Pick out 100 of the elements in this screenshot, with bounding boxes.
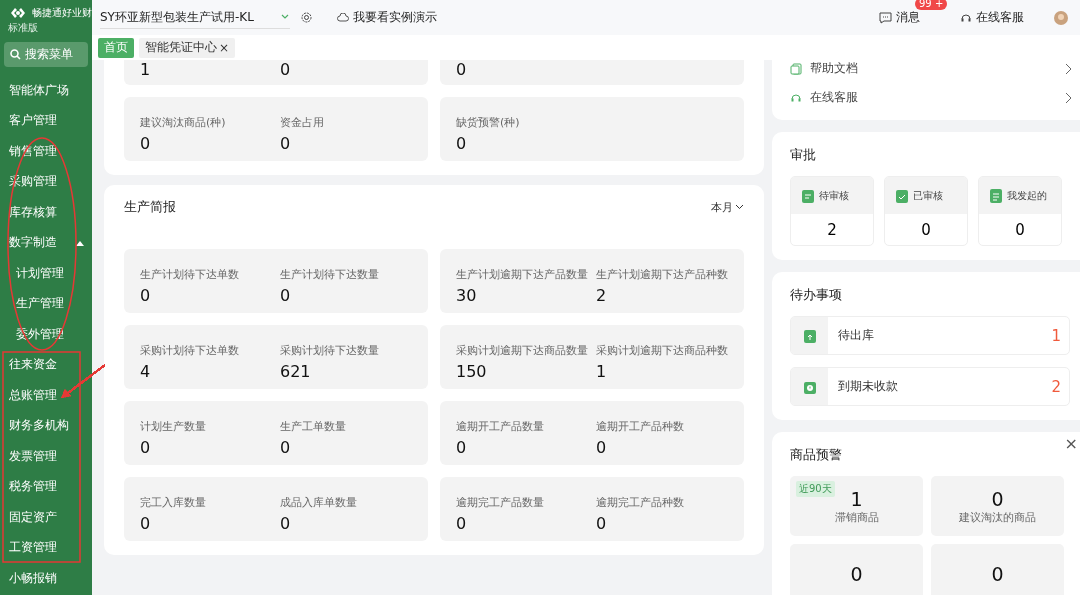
demo-link[interactable]: 我要看实例演示 xyxy=(337,9,437,26)
stat-value: 1 xyxy=(850,487,863,510)
sidebar-item[interactable]: 发票管理 xyxy=(0,441,92,472)
stat-value: 0 xyxy=(280,514,292,533)
stat-value: 4 xyxy=(140,362,152,381)
period-select[interactable]: 本月 xyxy=(711,199,744,215)
clipboard-check-icon xyxy=(895,187,909,204)
todo-item[interactable]: 待出库 1 xyxy=(790,316,1070,355)
todo-item[interactable]: 到期未收款 2 xyxy=(790,367,1070,406)
settings-icon[interactable] xyxy=(300,11,313,24)
approval-card[interactable]: 待审核 2 xyxy=(790,176,874,246)
stat-value: 0 xyxy=(456,60,468,79)
close-icon[interactable]: × xyxy=(219,40,230,55)
document-icon xyxy=(989,187,1003,204)
stat-label: 采购计划逾期下达商品种数 xyxy=(596,343,728,358)
sidebar-item[interactable]: 工资管理 xyxy=(0,532,92,563)
sidebar-item[interactable]: 智能体广场 xyxy=(0,75,92,106)
approval-count: 0 xyxy=(920,219,932,241)
tab[interactable]: 智能凭证中心 × xyxy=(139,37,236,58)
stat-value: 0 xyxy=(140,438,152,457)
stat-label: 生产工单数量 xyxy=(280,419,347,434)
card-title: 商品预警 xyxy=(790,446,843,464)
todo-count: 2 xyxy=(1051,377,1062,396)
stat-value: 0 xyxy=(280,134,292,153)
stat-label: 采购计划待下达数量 xyxy=(280,343,380,358)
service-link[interactable]: 在线客服 xyxy=(960,9,1024,26)
stat-label: 建议淘汰的商品 xyxy=(959,509,1036,525)
close-icon[interactable]: × xyxy=(1064,434,1078,453)
stat-label: 资金占用 xyxy=(280,115,325,130)
help-link[interactable]: 帮助文档 xyxy=(790,60,1080,77)
stat-label: 逾期开工产品种数 xyxy=(596,419,685,434)
sidebar-item[interactable]: 生产管理 xyxy=(0,288,92,319)
chevron-right-icon xyxy=(1065,62,1072,75)
sidebar-item[interactable]: 小畅报销 xyxy=(0,563,92,594)
upload-box-icon xyxy=(802,327,817,344)
stat-value: 0 xyxy=(991,487,1004,510)
headset-icon xyxy=(960,11,972,24)
approval-card[interactable]: 我发起的 0 xyxy=(978,176,1062,246)
stat-value: 2 xyxy=(596,286,608,305)
search-icon xyxy=(10,49,21,60)
sidebar-item[interactable]: 往来资金 xyxy=(0,349,92,380)
approval-card[interactable]: 已审核 0 xyxy=(884,176,968,246)
company-select[interactable]: SY环亚新型包装生产试用-KL xyxy=(100,6,290,29)
stat-label: 完工入库数量 xyxy=(140,495,207,510)
chat-icon xyxy=(879,11,892,24)
approval-count: 2 xyxy=(826,219,838,241)
stat-value: 30 xyxy=(456,286,478,305)
clipboard-icon xyxy=(801,187,815,204)
stat-value: 0 xyxy=(140,286,152,305)
approval-label: 待审核 xyxy=(819,188,849,203)
sidebar-item[interactable]: 数字制造 xyxy=(0,227,92,258)
stat-value: 0 xyxy=(456,134,468,153)
stat-label: 生产计划逾期下达产品种数 xyxy=(596,267,728,282)
stat-label: 逾期开工产品数量 xyxy=(456,419,545,434)
stat-value: 0 xyxy=(280,438,292,457)
search-menu-button[interactable]: 搜索菜单 xyxy=(4,42,88,67)
stat-value: 1 xyxy=(140,60,152,79)
approval-label: 已审核 xyxy=(913,188,943,203)
stat-label: 建议淘汰商品(种) xyxy=(140,115,227,130)
stat-value: 0 xyxy=(850,563,863,585)
stat-label: 逾期完工产品种数 xyxy=(596,495,685,510)
card-title: 审批 xyxy=(790,146,817,164)
approval-count: 0 xyxy=(1014,219,1026,241)
chevron-right-icon xyxy=(1065,91,1072,104)
stat-value: 0 xyxy=(280,286,292,305)
stat-label: 滞销商品 xyxy=(834,509,879,525)
stat-value: 0 xyxy=(456,514,468,533)
headset-icon xyxy=(790,91,802,104)
sidebar-item[interactable]: 财务多机构 xyxy=(0,410,92,441)
sidebar-item[interactable]: 固定资产 xyxy=(0,502,92,533)
stat-label: 生产计划待下达数量 xyxy=(280,267,380,282)
stat-label: 成品入库单数量 xyxy=(280,495,358,510)
sidebar-item[interactable]: 计划管理 xyxy=(0,258,92,289)
stat-value: 621 xyxy=(280,362,312,381)
approval-label: 我发起的 xyxy=(1007,188,1047,203)
period-tag: 近90天 xyxy=(796,481,835,497)
count-badge: 99 + xyxy=(915,0,948,10)
stat-value: 0 xyxy=(140,134,152,153)
card-title: 待办事项 xyxy=(790,286,843,304)
stat-label: 生产计划待下达单数 xyxy=(140,267,240,282)
help-link[interactable]: 在线客服 xyxy=(790,89,1080,106)
stat-label: 采购计划待下达单数 xyxy=(140,343,240,358)
stat-value: 0 xyxy=(140,514,152,533)
stat-value: 0 xyxy=(596,514,608,533)
stat-value: 150 xyxy=(456,362,488,381)
stat-value: 1 xyxy=(596,362,608,381)
sidebar-item[interactable]: 客户管理 xyxy=(0,105,92,136)
sidebar-item[interactable]: 总账管理 xyxy=(0,380,92,411)
stat-label: 逾期完工产品数量 xyxy=(456,495,545,510)
stat-value: 0 xyxy=(456,438,468,457)
chevron-down-icon xyxy=(735,203,744,211)
edition-label: 标准版 xyxy=(8,21,39,35)
sidebar-item[interactable]: 税务管理 xyxy=(0,471,92,502)
stat-label: 缺货预警(种) xyxy=(456,115,521,130)
messages-link[interactable]: 消息 xyxy=(879,9,920,26)
stat-label: 计划生产数量 xyxy=(140,419,207,434)
stat-value: 0 xyxy=(991,563,1004,585)
tab[interactable]: 首页 xyxy=(98,37,134,58)
stat-label: 采购计划逾期下达商品数量 xyxy=(456,343,588,358)
brand-name: 畅捷通好业财 xyxy=(32,6,92,20)
